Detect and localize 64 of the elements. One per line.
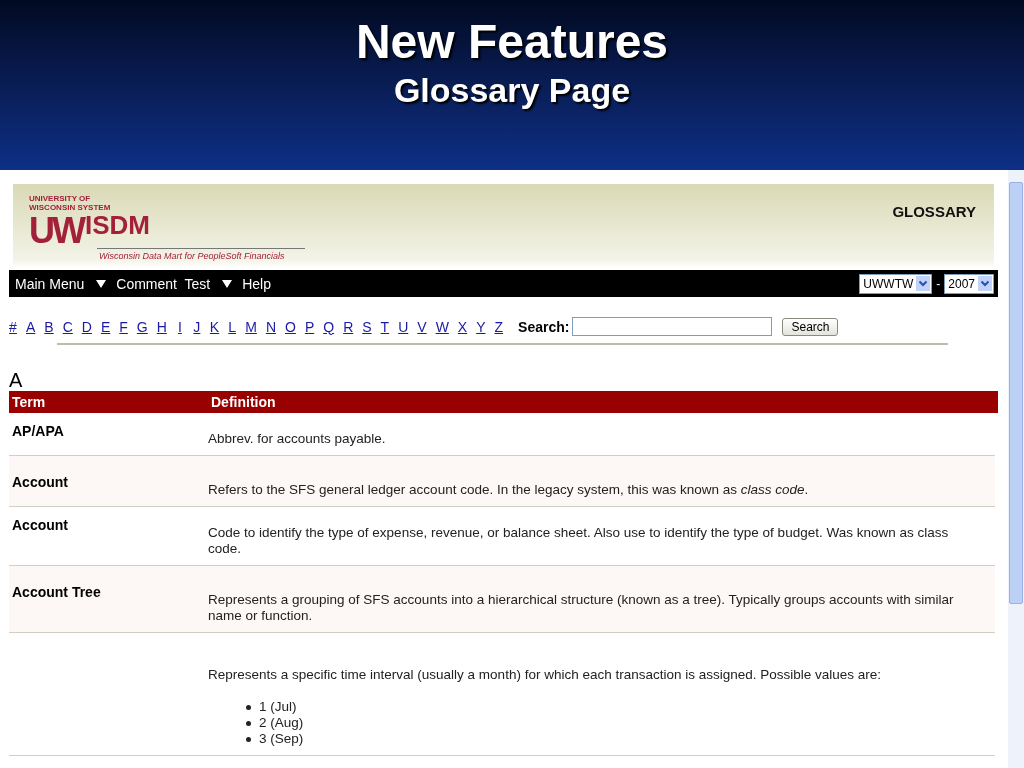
slide-subtitle: Glossary Page — [393, 70, 631, 110]
term-cell-text: Account — [11, 474, 69, 490]
letter-link[interactable]: Z — [494, 318, 504, 335]
letter-link[interactable]: V — [417, 318, 427, 335]
column-header: Definition — [210, 394, 277, 410]
definition-cell-text: Represents a grouping of SFS accounts into a hierarchical structure (known as a tree). Typically groups accounts with similar name or function. — [208, 591, 955, 624]
logo-mark: UW — [29, 214, 83, 248]
bullet-icon — [246, 736, 251, 742]
value-item: 1 (Jul) — [259, 699, 297, 715]
bullet-icon — [246, 720, 251, 726]
section-heading: A — [9, 369, 24, 391]
letter-link[interactable]: P — [304, 318, 315, 335]
logo-name: ISDM — [85, 212, 150, 238]
menu-item[interactable]: Comment Test — [116, 275, 211, 292]
institution-select[interactable]: UWWTW — [859, 273, 933, 294]
page-title: GLOSSARY — [892, 203, 976, 222]
slide-title: New Features — [355, 14, 669, 70]
letter-link[interactable]: # — [9, 318, 17, 335]
logo-text: WISCONSIN SYSTEM — [29, 203, 112, 212]
definition-cell-text: Code to identify the type of expense, revenue, or balance sheet. Also use to identify the type of budget. Was known as class code. — [208, 524, 950, 557]
term-cell-text: Account Tree — [11, 584, 102, 600]
letter-link[interactable]: W — [435, 318, 449, 335]
letter-link[interactable]: G — [136, 318, 148, 335]
letter-link[interactable]: C — [62, 318, 73, 335]
separator-text: - — [936, 276, 941, 291]
letter-link[interactable]: K — [209, 318, 220, 335]
search-field[interactable] — [572, 317, 773, 336]
bullet-icon — [246, 704, 251, 710]
letter-link[interactable]: A — [26, 318, 36, 335]
letter-link[interactable]: E — [100, 318, 111, 335]
letter-link[interactable]: R — [343, 318, 354, 335]
value-item: 3 (Sep) — [259, 731, 304, 747]
letter-link[interactable]: N — [265, 318, 276, 335]
definition-cell-text: Represents a specific time interval (usually a month) for which each transaction is assigned. Possible values are: — [208, 666, 883, 683]
letter-link[interactable]: T — [380, 318, 390, 335]
letter-link[interactable]: Y — [476, 318, 486, 335]
logo-text: UNIVERSITY OF — [29, 194, 92, 203]
letter-link[interactable]: M — [245, 318, 257, 335]
column-header: Term — [11, 394, 47, 410]
search-label: Search: — [518, 318, 570, 335]
menu-item[interactable]: Main Menu — [15, 275, 85, 292]
term-cell-text: AP/APA — [11, 423, 65, 439]
letter-link[interactable]: H — [156, 318, 167, 335]
logo-tagline: Wisconsin Data Mart for PeopleSoft Financials — [97, 248, 305, 261]
letter-link[interactable]: U — [398, 318, 409, 335]
menu-item[interactable]: Help — [242, 275, 271, 292]
year-select[interactable]: 2007 — [944, 273, 994, 294]
letter-link[interactable]: S — [362, 318, 372, 335]
letter-link[interactable]: D — [81, 318, 92, 335]
definition-cell-text: Refers to the SFS general ledger account code. In the legacy system, this was known as class code. — [208, 481, 810, 498]
scrollbar[interactable] — [1008, 170, 1024, 768]
search-button[interactable]: Search — [782, 317, 839, 336]
letter-link[interactable]: Q — [323, 318, 335, 335]
letter-link[interactable]: X — [457, 318, 468, 335]
letter-link[interactable]: B — [44, 318, 54, 335]
definition-cell-text: Abbrev. for accounts payable. — [208, 430, 387, 447]
letter-link[interactable]: J — [192, 318, 201, 335]
letter-link[interactable]: O — [285, 318, 296, 335]
value-item: 2 (Aug) — [259, 715, 304, 731]
letter-link[interactable]: L — [228, 318, 237, 335]
scrollbar-thumb[interactable] — [1009, 182, 1023, 604]
letter-link[interactable]: F — [119, 318, 128, 335]
term-cell-text: Account — [11, 517, 69, 533]
letter-link[interactable]: I — [175, 318, 184, 335]
